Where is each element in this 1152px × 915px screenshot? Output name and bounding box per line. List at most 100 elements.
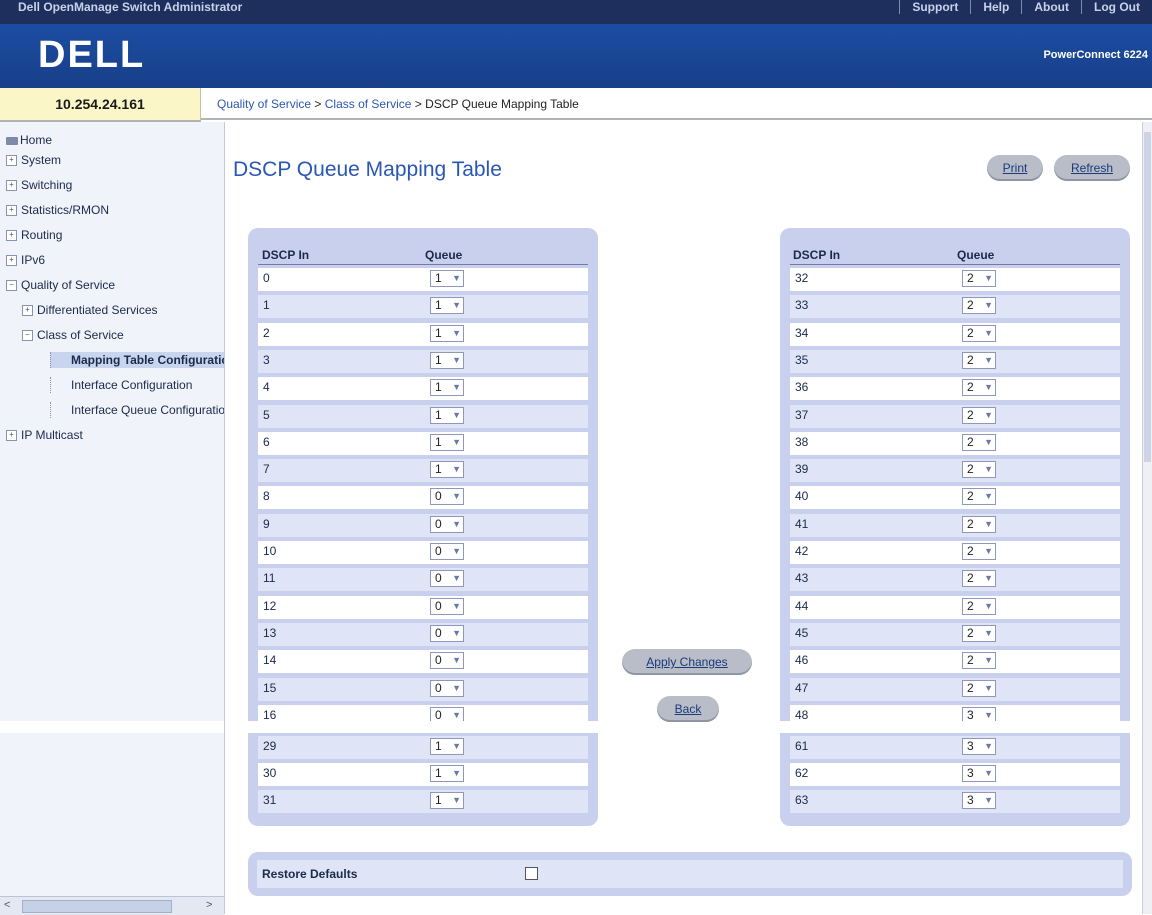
print-button[interactable]: Print	[987, 155, 1043, 181]
queue-value: 2	[967, 489, 974, 503]
scroll-left-icon[interactable]: <	[4, 899, 10, 911]
queue-select[interactable]: 1 ▼	[430, 792, 464, 809]
table-row: 9 0 ▼	[258, 514, 588, 537]
queue-select[interactable]: 1 ▼	[430, 270, 464, 287]
queue-select[interactable]: 3 ▼	[962, 738, 996, 755]
queue-select[interactable]: 2 ▼	[962, 461, 996, 478]
queue-select[interactable]: 0 ▼	[430, 543, 464, 560]
table-row: 33 2 ▼	[790, 295, 1120, 318]
queue-select[interactable]: 2 ▼	[962, 652, 996, 669]
expand-icon[interactable]: +	[6, 430, 17, 442]
sidebar-item[interactable]: − Class of Service	[22, 327, 124, 343]
queue-value: 2	[967, 653, 974, 667]
sidebar-item[interactable]: + IPv6	[6, 252, 45, 268]
sidebar-item[interactable]: + Routing	[6, 227, 62, 243]
page-title: DSCP Queue Mapping Table	[233, 158, 502, 181]
sidebar-item[interactable]: + Statistics/RMON	[6, 202, 109, 218]
expand-icon[interactable]: +	[6, 255, 17, 267]
back-button[interactable]: Back	[657, 696, 719, 722]
expand-icon[interactable]: +	[6, 180, 17, 192]
sidebar-item[interactable]: + Switching	[6, 177, 72, 193]
expand-icon[interactable]: +	[22, 305, 33, 317]
dscp-value: 2	[263, 326, 270, 340]
expand-icon[interactable]: +	[6, 205, 17, 217]
queue-select[interactable]: 0 ▼	[430, 598, 464, 615]
queue-select[interactable]: 1 ▼	[430, 765, 464, 782]
sidebar-item[interactable]: − Quality of Service	[6, 277, 115, 293]
queue-value: 1	[435, 766, 442, 780]
collapse-icon[interactable]: −	[6, 280, 17, 292]
ip-address: 10.254.24.161	[0, 88, 201, 122]
col-header-queue: Queue	[425, 248, 463, 262]
queue-select[interactable]: 1 ▼	[430, 461, 464, 478]
chevron-down-icon: ▼	[984, 519, 993, 529]
main-vertical-scrollbar[interactable]	[1142, 122, 1152, 914]
queue-select[interactable]: 2 ▼	[962, 570, 996, 587]
queue-select[interactable]: 1 ▼	[430, 434, 464, 451]
table-row: 46 2 ▼	[790, 650, 1120, 673]
queue-select[interactable]: 2 ▼	[962, 325, 996, 342]
sidebar-horizontal-scrollbar[interactable]: < >	[0, 896, 224, 915]
queue-select[interactable]: 0 ▼	[430, 488, 464, 505]
queue-select[interactable]: 1 ▼	[430, 379, 464, 396]
chevron-down-icon: ▼	[452, 437, 461, 447]
chevron-down-icon: ▼	[984, 683, 993, 693]
queue-select[interactable]: 0 ▼	[430, 570, 464, 587]
queue-select[interactable]: 2 ▼	[962, 297, 996, 314]
sidebar-item[interactable]: + IP Multicast	[6, 427, 83, 443]
dscp-value: 5	[263, 408, 270, 422]
queue-select[interactable]: 2 ▼	[962, 488, 996, 505]
sidebar-item[interactable]: Interface Configuration	[50, 377, 192, 393]
queue-value: 0	[435, 653, 442, 667]
queue-select[interactable]: 1 ▼	[430, 407, 464, 424]
queue-select[interactable]: 2 ▼	[962, 434, 996, 451]
queue-value: 1	[435, 380, 442, 394]
breadcrumb-qos[interactable]: Quality of Service	[217, 97, 311, 111]
expand-icon[interactable]: +	[6, 155, 17, 167]
queue-select[interactable]: 2 ▼	[962, 543, 996, 560]
queue-select[interactable]: 1 ▼	[430, 352, 464, 369]
sidebar-item[interactable]: Mapping Table Configuration	[50, 352, 225, 368]
restore-defaults-checkbox[interactable]	[525, 867, 538, 880]
queue-select[interactable]: 2 ▼	[962, 407, 996, 424]
support-link[interactable]: Support	[899, 0, 970, 14]
sidebar-item[interactable]: + Differentiated Services	[22, 302, 158, 318]
queue-select[interactable]: 0 ▼	[430, 625, 464, 642]
sidebar-item[interactable]: + System	[6, 152, 61, 168]
table-row: 63 3 ▼	[790, 790, 1120, 813]
queue-select[interactable]: 2 ▼	[962, 625, 996, 642]
dscp-value: 31	[263, 793, 277, 807]
queue-select[interactable]: 2 ▼	[962, 379, 996, 396]
queue-select[interactable]: 2 ▼	[962, 270, 996, 287]
refresh-button[interactable]: Refresh	[1054, 155, 1130, 181]
scrollbar-thumb[interactable]	[22, 900, 172, 913]
queue-select[interactable]: 3 ▼	[962, 792, 996, 809]
help-link[interactable]: Help	[970, 0, 1021, 14]
queue-select[interactable]: 2 ▼	[962, 516, 996, 533]
queue-select[interactable]: 2 ▼	[962, 680, 996, 697]
queue-select[interactable]: 1 ▼	[430, 325, 464, 342]
queue-select[interactable]: 2 ▼	[962, 598, 996, 615]
queue-select[interactable]: 0 ▼	[430, 680, 464, 697]
queue-value: 2	[967, 599, 974, 613]
queue-select[interactable]: 0 ▼	[430, 652, 464, 669]
table-row: 40 2 ▼	[790, 486, 1120, 509]
sidebar-item[interactable]: Interface Queue Configuration	[50, 402, 224, 418]
scrollbar-thumb[interactable]	[1144, 132, 1151, 462]
breadcrumb-cos[interactable]: Class of Service	[325, 97, 412, 111]
sidebar-item[interactable]: Home	[6, 132, 52, 148]
about-link[interactable]: About	[1021, 0, 1081, 14]
chevron-down-icon: ▼	[984, 355, 993, 365]
queue-select[interactable]: 3 ▼	[962, 765, 996, 782]
sidebar-item-label: Mapping Table Configuration	[71, 353, 225, 367]
queue-select[interactable]: 2 ▼	[962, 352, 996, 369]
chevron-down-icon: ▼	[984, 437, 993, 447]
logout-link[interactable]: Log Out	[1081, 0, 1152, 14]
apply-changes-button[interactable]: Apply Changes	[622, 649, 752, 675]
scroll-right-icon[interactable]: >	[206, 899, 212, 911]
queue-select[interactable]: 1 ▼	[430, 297, 464, 314]
queue-select[interactable]: 0 ▼	[430, 516, 464, 533]
queue-select[interactable]: 1 ▼	[430, 738, 464, 755]
expand-icon[interactable]: +	[6, 230, 17, 242]
collapse-icon[interactable]: −	[22, 330, 33, 342]
